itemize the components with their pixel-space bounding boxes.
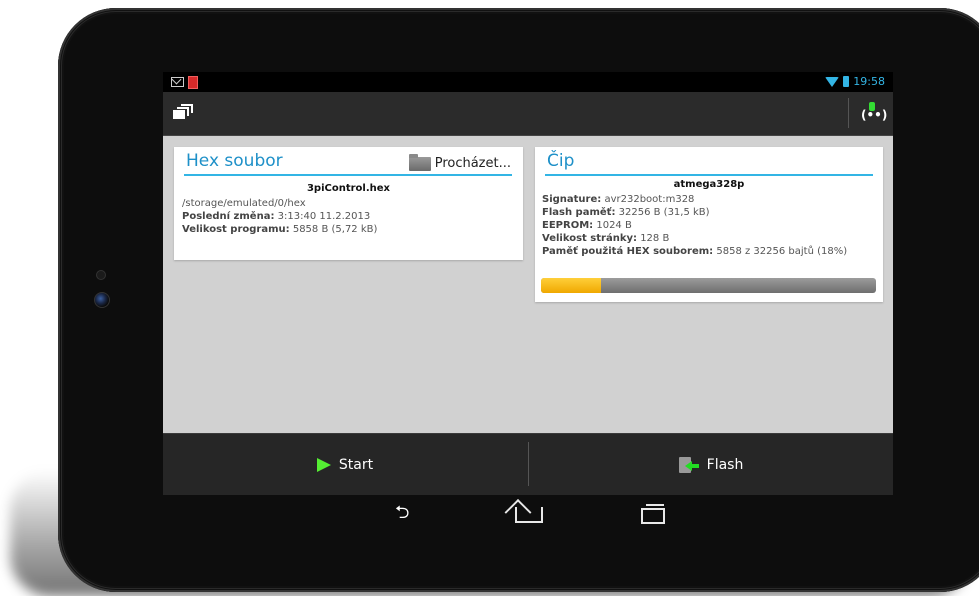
hex-file-path: /storage/emulated/0/hex bbox=[182, 198, 306, 209]
bottom-action-bar: Start Flash bbox=[163, 433, 893, 495]
status-bar: 19:58 bbox=[163, 72, 893, 92]
flash-chip-icon bbox=[678, 456, 699, 473]
last-change-value: 3:13:40 11.2.2013 bbox=[277, 211, 371, 222]
flash-label: Flash bbox=[706, 456, 744, 473]
last-change-label: Poslední změna: bbox=[182, 211, 275, 222]
system-nav-bar: ⮌ bbox=[163, 495, 893, 535]
hex-file-details: /storage/emulated/0/hex Poslední změna: … bbox=[182, 197, 377, 236]
clock: 19:58 bbox=[853, 75, 885, 88]
sd-card-icon bbox=[188, 76, 198, 89]
screen: 19:58 (••) Hex soubor Procházet... 3piCo… bbox=[163, 72, 893, 495]
start-label: Start bbox=[338, 456, 374, 473]
battery-icon bbox=[843, 76, 850, 87]
hex-file-name: 3piControl.hex bbox=[306, 183, 391, 194]
start-button[interactable]: Start bbox=[163, 434, 527, 495]
wifi-icon bbox=[825, 76, 840, 87]
chip-details: Signature: avr232boot:m328 Flash paměť: … bbox=[542, 193, 847, 258]
folder-icon bbox=[408, 153, 431, 171]
hex-card-title: Hex soubor bbox=[186, 151, 283, 171]
action-bar-divider bbox=[848, 98, 849, 128]
chip-card: Čip atmega328p Signature: avr232boot:m32… bbox=[535, 147, 883, 302]
page-size-label: Velikost stránky: bbox=[542, 233, 637, 244]
signature-label: Signature: bbox=[542, 194, 602, 205]
chip-card-title: Čip bbox=[547, 151, 575, 171]
memory-used-label: Paměť použitá HEX souborem: bbox=[542, 246, 714, 257]
recent-apps-icon[interactable] bbox=[641, 504, 665, 524]
flash-button[interactable]: Flash bbox=[529, 434, 893, 495]
page-size-value: 128 B bbox=[640, 233, 670, 244]
hex-card-underline bbox=[184, 174, 512, 176]
flash-memory-label: Flash paměť: bbox=[542, 207, 616, 218]
chip-card-underline bbox=[545, 174, 873, 176]
hex-file-card: Hex soubor Procházet... 3piControl.hex /… bbox=[174, 147, 523, 260]
signature-value: avr232boot:m328 bbox=[604, 194, 695, 205]
home-icon[interactable] bbox=[515, 507, 543, 523]
bluetooth-connection-icon[interactable]: (••) bbox=[859, 102, 887, 124]
memory-usage-progress-fill bbox=[541, 278, 602, 293]
chip-name: atmega328p bbox=[673, 179, 745, 190]
program-size-value: 5858 B (5,72 kB) bbox=[292, 224, 378, 235]
memory-usage-progress-bar bbox=[541, 278, 876, 293]
browse-label: Procházet... bbox=[434, 156, 511, 171]
program-size-label: Velikost programu: bbox=[182, 224, 290, 235]
play-icon bbox=[316, 457, 331, 472]
main-content: Hex soubor Procházet... 3piControl.hex /… bbox=[163, 136, 893, 433]
flash-memory-value: 32256 B (31,5 kB) bbox=[618, 207, 710, 218]
gmail-icon bbox=[171, 77, 184, 87]
camera-icon bbox=[94, 292, 110, 308]
eeprom-value: 1024 B bbox=[596, 220, 632, 231]
eeprom-label: EEPROM: bbox=[542, 220, 594, 231]
sensor-icon bbox=[96, 270, 106, 280]
browse-button[interactable]: Procházet... bbox=[408, 153, 511, 171]
action-bar: (••) bbox=[163, 92, 893, 136]
back-icon[interactable]: ⮌ bbox=[395, 504, 417, 522]
stacked-windows-icon[interactable] bbox=[173, 104, 193, 124]
memory-used-value: 5858 z 32256 bajtů (18%) bbox=[716, 246, 848, 257]
